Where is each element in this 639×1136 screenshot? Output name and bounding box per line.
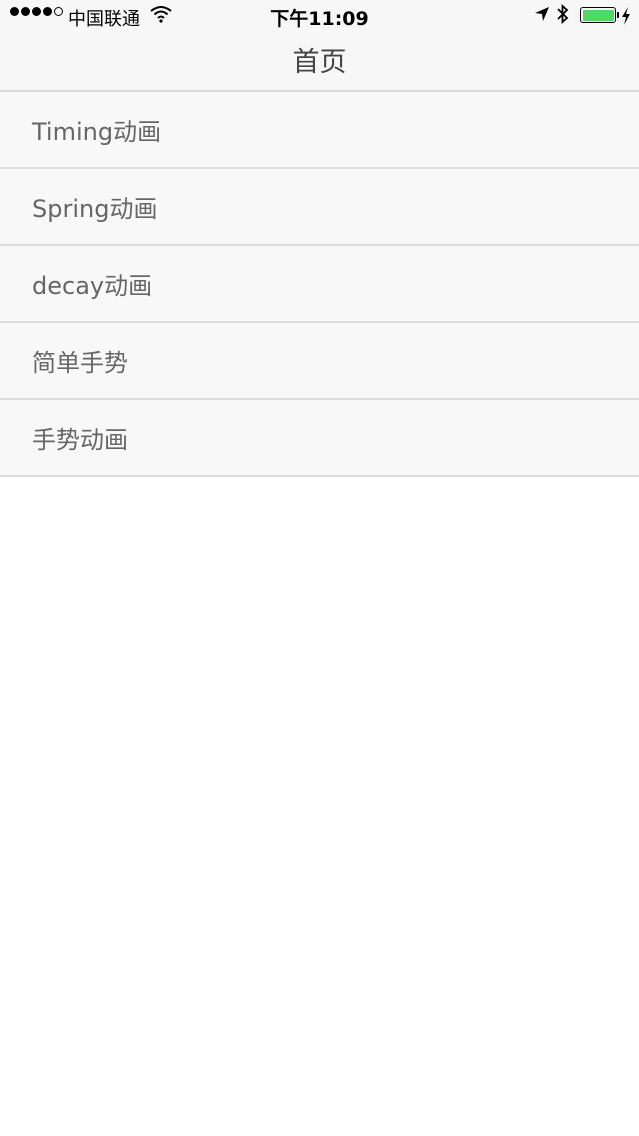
charging-bolt-icon — [621, 7, 631, 30]
bluetooth-icon — [556, 3, 570, 29]
navigation-bar: 中国联通 下午11:09 首页 — [0, 0, 639, 92]
battery-tip — [617, 12, 619, 18]
list-item-simple-gesture[interactable]: 简单手势 — [0, 323, 639, 400]
list-item-spring-animation[interactable]: Spring动画 — [0, 169, 639, 246]
list-item-label: decay动画 — [32, 272, 153, 300]
list-item-timing-animation[interactable]: Timing动画 — [0, 92, 639, 169]
menu-list: Timing动画 Spring动画 decay动画 简单手势 手势动画 — [0, 92, 639, 477]
list-item-gesture-animation[interactable]: 手势动画 — [0, 400, 639, 477]
list-item-label: Timing动画 — [32, 118, 162, 146]
status-bar: 中国联通 下午11:09 — [0, 0, 639, 32]
location-arrow-icon — [534, 6, 550, 27]
list-item-label: 简单手势 — [32, 349, 128, 377]
list-item-label: 手势动画 — [32, 426, 128, 454]
list-item-decay-animation[interactable]: decay动画 — [0, 246, 639, 323]
battery-icon — [580, 7, 616, 23]
page-title: 首页 — [292, 47, 347, 78]
list-item-label: Spring动画 — [32, 195, 158, 223]
